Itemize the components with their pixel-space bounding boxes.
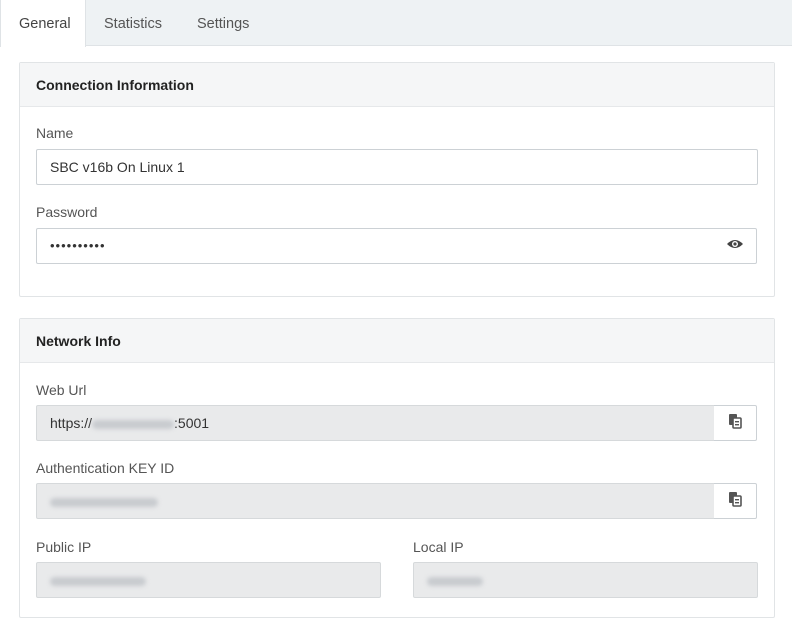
tab-bar: General Statistics Settings bbox=[0, 0, 792, 47]
local-ip-label: Local IP bbox=[413, 539, 464, 555]
copy-icon bbox=[728, 413, 743, 434]
name-label: Name bbox=[36, 125, 74, 141]
tab-general[interactable]: General bbox=[0, 0, 86, 47]
public-ip-label: Public IP bbox=[36, 539, 92, 555]
copy-web-url-button[interactable] bbox=[714, 405, 757, 441]
password-label: Password bbox=[36, 204, 98, 220]
auth-key-field[interactable] bbox=[36, 483, 715, 519]
connection-info-title: Connection Information bbox=[20, 63, 774, 107]
redacted-local-ip bbox=[427, 576, 483, 586]
copy-icon bbox=[728, 491, 743, 512]
network-info-title: Network Info bbox=[20, 319, 774, 363]
redacted-auth-key bbox=[50, 497, 158, 507]
name-field[interactable]: SBC v16b On Linux 1 bbox=[36, 149, 758, 185]
redacted-host bbox=[92, 419, 175, 429]
auth-key-label: Authentication KEY ID bbox=[36, 460, 175, 476]
web-url-suffix: :5001 bbox=[174, 415, 210, 431]
copy-auth-key-button[interactable] bbox=[714, 483, 757, 519]
tab-settings[interactable]: Settings bbox=[179, 0, 267, 46]
web-url-field[interactable]: https:// :5001 bbox=[36, 405, 715, 441]
redacted-public-ip bbox=[50, 576, 146, 586]
web-url-prefix: https:// bbox=[50, 415, 93, 431]
local-ip-field[interactable] bbox=[413, 562, 758, 598]
password-field[interactable]: •••••••••• bbox=[36, 228, 715, 264]
tab-statistics[interactable]: Statistics bbox=[86, 0, 180, 46]
public-ip-field[interactable] bbox=[36, 562, 381, 598]
eye-icon bbox=[726, 237, 744, 255]
show-password-button[interactable] bbox=[714, 228, 757, 264]
web-url-label: Web Url bbox=[36, 382, 87, 398]
